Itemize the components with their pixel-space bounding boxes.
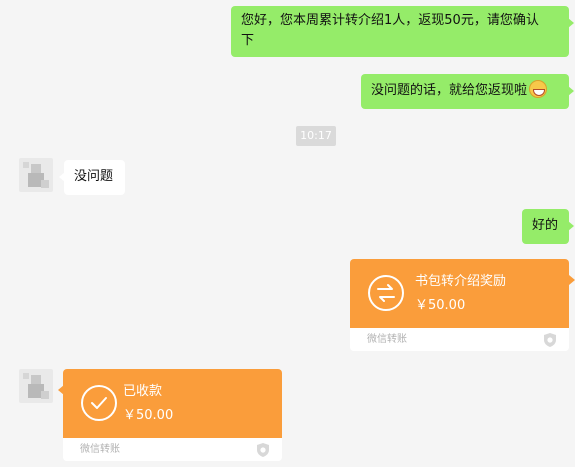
message-text: 没问题的话，就给您返现啦 — [371, 83, 528, 98]
transfer-source-label: 微信转账 — [367, 334, 407, 345]
avatar[interactable] — [19, 369, 53, 403]
transfer-amount: ￥50.00 — [415, 298, 466, 313]
message-text: 您好，您本周累计转介绍1人，返现50元，请您确认 — [241, 13, 539, 28]
transfer-card-received[interactable]: 已收款 ￥50.00 微信转账 — [63, 369, 282, 461]
timestamp: 10:17 — [296, 126, 336, 146]
transfer-card-footer: 微信转账 — [350, 328, 569, 351]
transfer-title: 书包转介绍奖励 — [415, 274, 507, 289]
message-bubble-self: 好的 — [522, 209, 574, 244]
transfer-arrows-icon — [368, 275, 404, 311]
message-text-continued: 下 — [241, 33, 255, 48]
message-bubble-self: 没问题的话，就给您返现啦 — [361, 74, 574, 109]
message-text: 好的 — [532, 218, 559, 233]
shield-icon — [257, 443, 269, 457]
grin-emoji-icon — [529, 80, 548, 98]
message-bubble-self: 您好，您本周累计转介绍1人，返现50元，请您确认 下 — [231, 6, 574, 57]
transfer-card-body[interactable]: 已收款 ￥50.00 — [63, 369, 282, 438]
transfer-card-sent[interactable]: 书包转介绍奖励 ￥50.00 微信转账 — [350, 259, 569, 351]
bubble-tail — [569, 275, 575, 285]
transfer-title: 已收款 — [123, 384, 163, 399]
transfer-card-footer: 微信转账 — [63, 438, 282, 461]
shield-icon — [544, 333, 556, 347]
transfer-card-body[interactable]: 书包转介绍奖励 ￥50.00 — [350, 259, 569, 328]
avatar[interactable] — [19, 158, 53, 192]
message-text: 没问题 — [74, 169, 114, 184]
transfer-source-label: 微信转账 — [80, 444, 120, 455]
check-circle-icon — [81, 385, 117, 421]
message-bubble-other: 没问题 — [59, 160, 125, 195]
transfer-amount: ￥50.00 — [123, 408, 174, 423]
